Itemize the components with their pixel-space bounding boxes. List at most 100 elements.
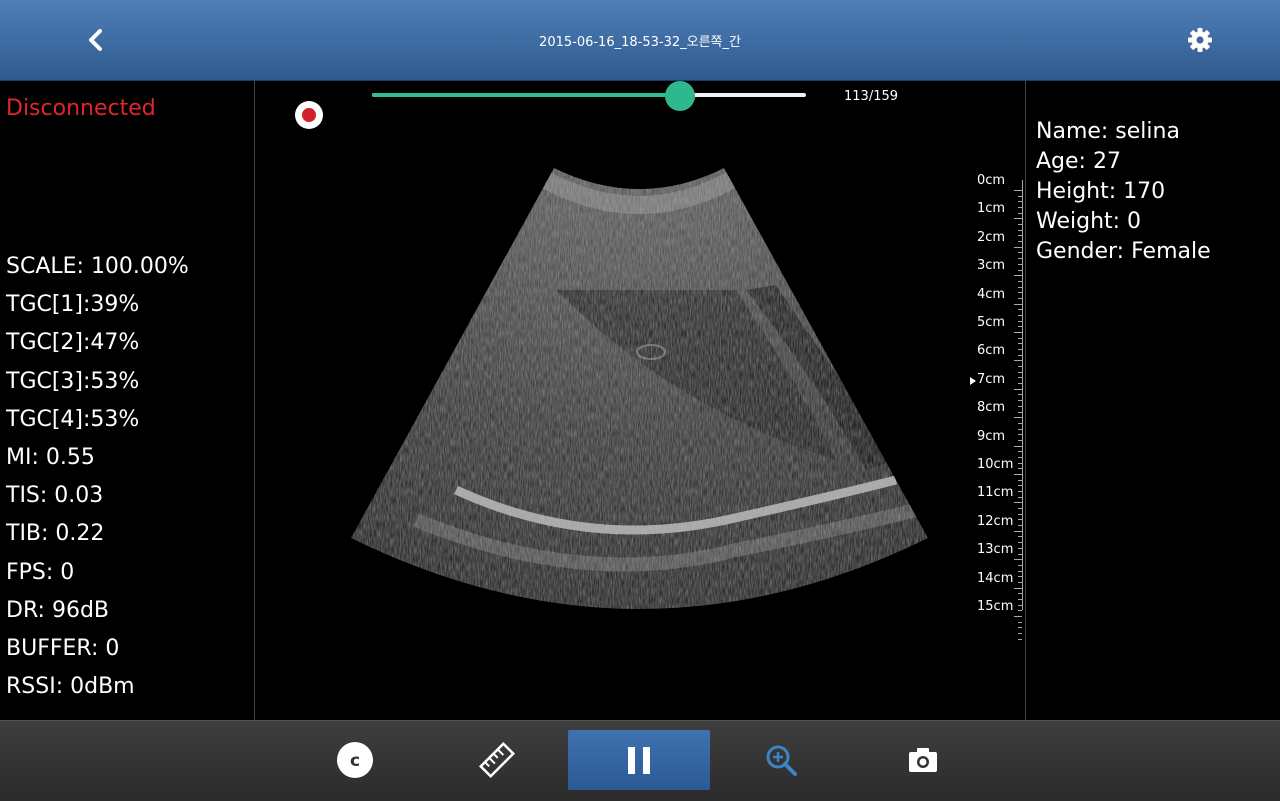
depth-label: 9cm: [977, 428, 1006, 444]
depth-tick: [1018, 207, 1022, 209]
depth-tick: [1018, 485, 1022, 487]
ultrasound-image[interactable]: [256, 80, 1026, 720]
depth-tick: [1018, 439, 1022, 441]
depth-tick: [1018, 320, 1022, 322]
connection-status: Disconnected: [6, 96, 156, 121]
depth-label: 15cm: [977, 599, 1014, 614]
depth-tick: [1018, 570, 1022, 572]
depth-tick: [1014, 417, 1022, 419]
patient-gender: Gender: Female: [1036, 239, 1211, 264]
gear-icon: [1188, 28, 1212, 52]
zoom-button[interactable]: [756, 735, 806, 785]
depth-tick: [1018, 269, 1022, 271]
buffer-value: BUFFER: 0: [6, 636, 120, 662]
depth-tick: [1014, 388, 1022, 390]
svg-text:c: c: [350, 751, 360, 771]
depth-tick: [1014, 303, 1022, 305]
depth-tick: [1018, 349, 1022, 351]
depth-tick: [1018, 297, 1022, 299]
depth-tick: [1018, 581, 1022, 583]
depth-tick: [1018, 314, 1022, 316]
depth-tick: [1018, 434, 1022, 436]
depth-tick: [1018, 564, 1022, 566]
depth-tick: [1018, 224, 1022, 226]
depth-tick: [1018, 598, 1022, 600]
depth-tick: [1018, 286, 1022, 288]
depth-tick: [1014, 360, 1022, 362]
depth-label: 14cm: [977, 570, 1014, 586]
tis-value: TIS: 0.03: [6, 483, 104, 509]
depth-tick: [1014, 190, 1022, 191]
depth-label: 5cm: [977, 315, 1006, 330]
depth-tick: [1018, 604, 1022, 606]
depth-tick: [1018, 258, 1022, 260]
depth-tick: [1014, 616, 1022, 617]
depth-tick: [1018, 383, 1022, 385]
pause-button[interactable]: [568, 730, 710, 790]
depth-tick: [1014, 246, 1022, 248]
depth-tick: [1018, 212, 1022, 214]
depth-tick: [1018, 354, 1022, 356]
settings-button[interactable]: [1182, 22, 1218, 58]
depth-label: 1cm: [977, 201, 1006, 217]
depth-tick: [1014, 332, 1022, 333]
depth-tick: [1018, 405, 1022, 407]
patient-height: Height: 170: [1036, 179, 1166, 204]
tib-value: TIB: 0.22: [6, 521, 105, 547]
depth-tick: [1018, 519, 1022, 521]
depth-tick: [1018, 456, 1022, 458]
dr-value: DR: 96dB: [6, 597, 110, 623]
depth-tick: [1018, 252, 1022, 254]
depth-tick: [1018, 576, 1022, 578]
depth-tick: [1018, 638, 1022, 640]
depth-tick: [1018, 593, 1022, 595]
left-divider: [254, 80, 255, 720]
focus-marker-icon: [970, 376, 976, 385]
patient-weight: Weight: 0: [1036, 209, 1142, 234]
zoom-in-icon: [766, 745, 797, 776]
depth-tick: [1018, 280, 1022, 282]
depth-tick: [1018, 201, 1022, 203]
ruler-icon: [478, 741, 516, 779]
mi-value: MI: 0.55: [6, 445, 95, 471]
tgc1-value: TGC[1]:39%: [6, 292, 140, 318]
capture-button[interactable]: [898, 735, 948, 785]
depth-tick: [1018, 394, 1022, 396]
camera-icon: [909, 748, 937, 772]
depth-label: 12cm: [977, 513, 1014, 529]
depth-tick: [1014, 474, 1022, 475]
depth-tick: [1018, 547, 1022, 549]
depth-label: 0cm: [977, 173, 1006, 188]
rssi-value: RSSI: 0dBm: [6, 674, 135, 700]
fps-value: FPS: 0: [6, 559, 75, 585]
depth-label: 13cm: [977, 542, 1014, 558]
c-circle-icon: c: [337, 742, 373, 778]
depth-tick: [1018, 263, 1022, 265]
depth-tick: [1018, 326, 1022, 328]
recording-title: 2015-06-16_18-53-32_오른쪽_간: [539, 35, 741, 50]
depth-tick: [1018, 241, 1022, 243]
depth-tick: [1018, 513, 1022, 515]
depth-label: 11cm: [977, 485, 1014, 501]
patient-details: Name: selina Age: 27 Height: 170 Weight:…: [1036, 117, 1211, 267]
depth-tick: [1014, 502, 1022, 504]
depth-tick: [1018, 627, 1022, 629]
depth-tick: [1018, 411, 1022, 413]
depth-tick: [1014, 218, 1022, 220]
depth-tick: [1018, 400, 1022, 402]
tgc3-value: TGC[3]:53%: [6, 368, 140, 394]
depth-label: 10cm: [977, 457, 1014, 472]
depth-tick: [1018, 428, 1022, 430]
clear-button[interactable]: c: [330, 735, 380, 785]
depth-tick: [1018, 553, 1022, 555]
depth-tick: [1018, 479, 1022, 481]
depth-label: 3cm: [977, 258, 1006, 274]
depth-tick: [1014, 530, 1022, 532]
depth-tick: [1018, 633, 1022, 635]
patient-age: Age: 27: [1036, 149, 1121, 174]
measure-button[interactable]: [472, 735, 522, 785]
depth-tick: [1018, 525, 1022, 527]
scale-value: SCALE: 100.00%: [6, 254, 189, 279]
depth-tick: [1018, 496, 1022, 498]
depth-tick: [1018, 366, 1022, 368]
